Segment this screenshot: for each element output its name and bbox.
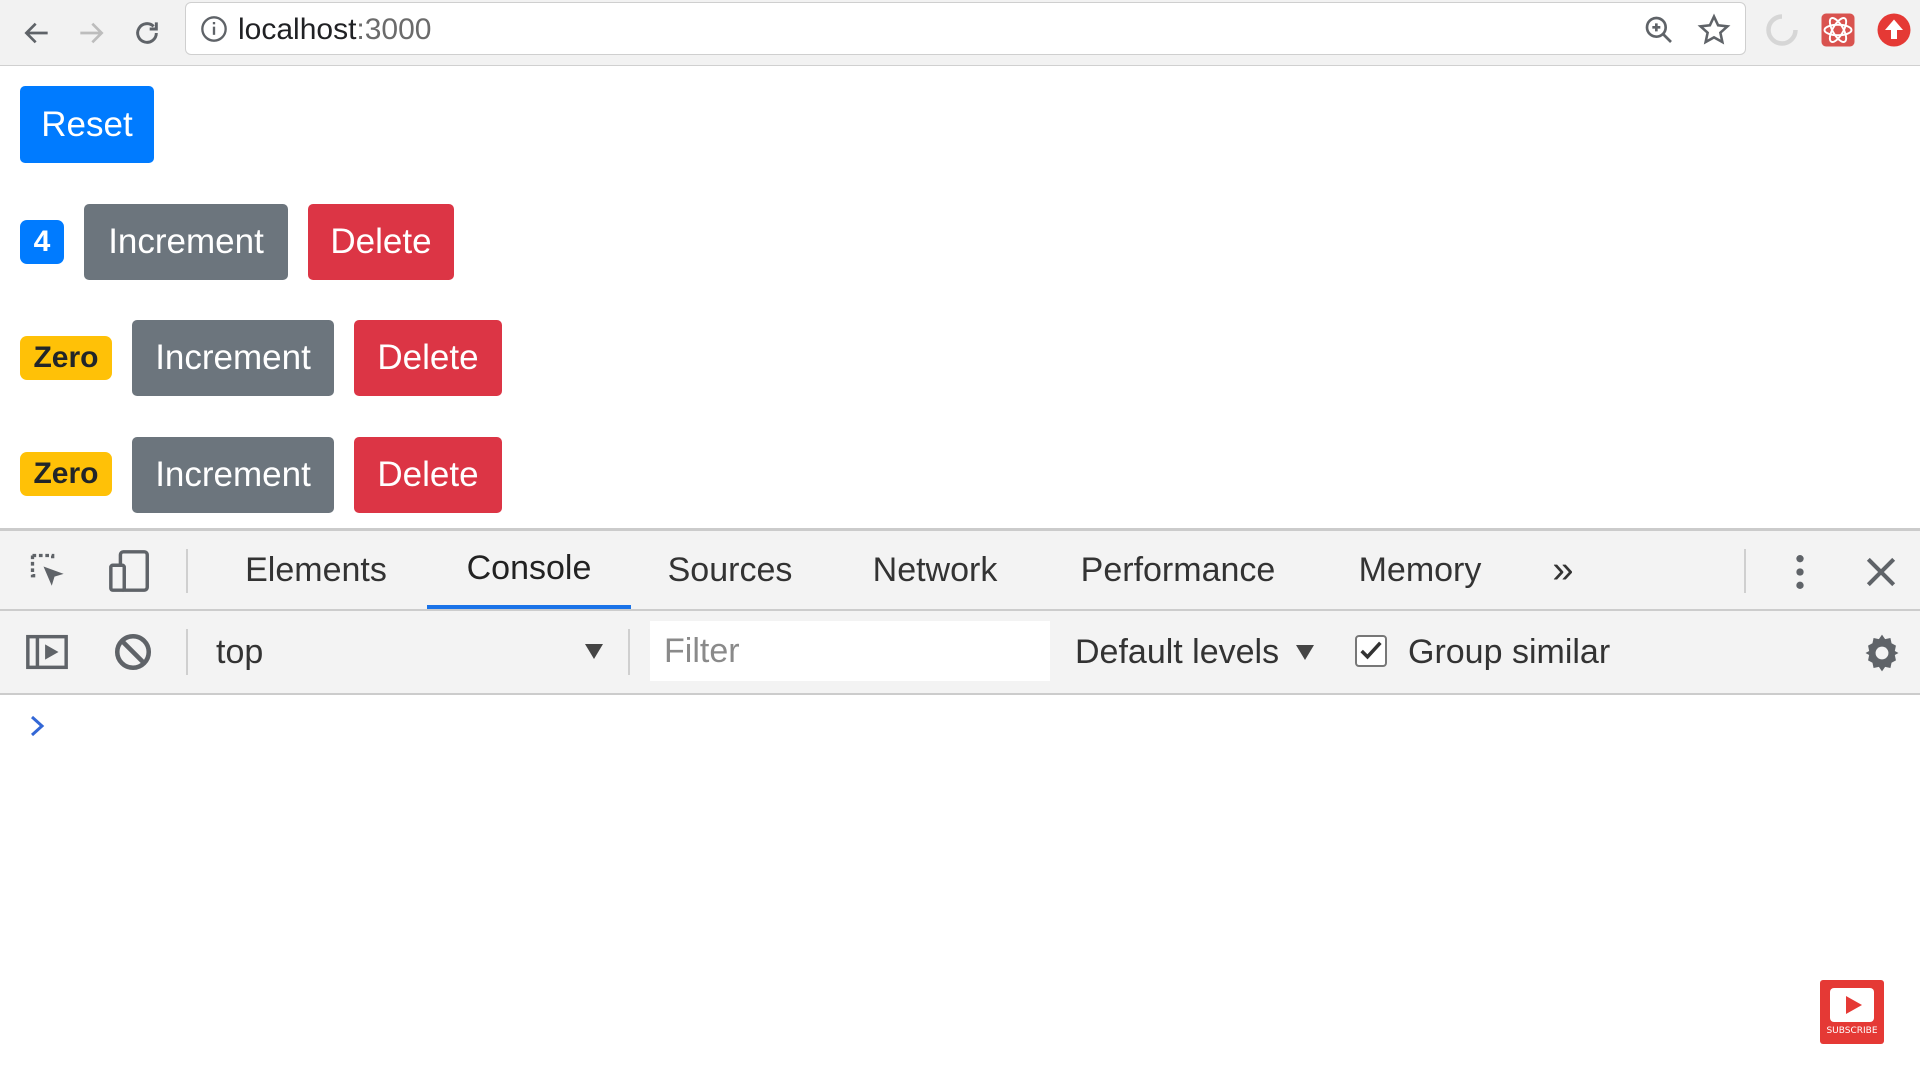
address-bar[interactable]: localhost:3000 bbox=[185, 2, 1746, 55]
context-selector[interactable]: top bbox=[200, 623, 620, 681]
toolbar-divider bbox=[186, 549, 188, 593]
close-devtools-button[interactable] bbox=[1858, 549, 1904, 595]
console-toolbar: top Default levels Group similar bbox=[0, 611, 1920, 695]
console-prompt-chevron-icon bbox=[30, 715, 45, 737]
zoom-icon[interactable] bbox=[1643, 14, 1675, 46]
url-text: localhost:3000 bbox=[238, 13, 431, 47]
devtools-tab-bar: Elements Console Sources Network Perform… bbox=[0, 531, 1920, 611]
sidebar-play-icon bbox=[26, 634, 68, 670]
more-tabs-button[interactable]: » bbox=[1530, 531, 1596, 609]
increment-button[interactable]: Increment bbox=[132, 320, 334, 396]
forward-button[interactable] bbox=[70, 12, 112, 54]
group-similar-checkbox[interactable] bbox=[1355, 635, 1387, 667]
inspect-element-button[interactable] bbox=[24, 547, 74, 597]
log-levels-label: Default levels bbox=[1075, 632, 1280, 671]
upload-extension-icon[interactable] bbox=[1876, 12, 1912, 48]
filter-input[interactable] bbox=[650, 621, 1050, 681]
tab-console[interactable]: Console bbox=[427, 531, 631, 609]
show-sidebar-button[interactable] bbox=[22, 627, 72, 677]
tab-sources[interactable]: Sources bbox=[640, 531, 820, 609]
extension-spinner-icon[interactable] bbox=[1764, 12, 1800, 48]
log-levels-dropdown[interactable]: Default levels bbox=[1075, 623, 1317, 681]
reset-button[interactable]: Reset bbox=[20, 86, 154, 163]
clear-console-button[interactable] bbox=[108, 627, 158, 677]
device-mobile-icon bbox=[109, 550, 149, 592]
increment-button[interactable]: Increment bbox=[132, 437, 334, 513]
counter-value-badge: Zero bbox=[20, 336, 112, 380]
kebab-menu-icon bbox=[1796, 555, 1804, 589]
url-host: localhost bbox=[238, 13, 357, 46]
device-toolbar-button[interactable] bbox=[104, 545, 156, 597]
toolbar-divider bbox=[186, 629, 188, 675]
counter-value-badge: 4 bbox=[20, 220, 64, 264]
delete-button[interactable]: Delete bbox=[354, 320, 502, 396]
tab-memory[interactable]: Memory bbox=[1340, 531, 1500, 609]
youtube-play-icon bbox=[1830, 988, 1874, 1022]
block-icon bbox=[114, 633, 152, 671]
increment-button[interactable]: Increment bbox=[84, 204, 288, 280]
tab-network[interactable]: Network bbox=[850, 531, 1020, 609]
close-icon bbox=[1866, 557, 1896, 587]
delete-button[interactable]: Delete bbox=[308, 204, 454, 280]
inspect-cursor-icon bbox=[30, 553, 64, 586]
checkmark-icon bbox=[1360, 641, 1382, 660]
react-devtools-extension-icon[interactable] bbox=[1820, 12, 1856, 48]
tab-elements[interactable]: Elements bbox=[216, 531, 416, 609]
toolbar-divider bbox=[628, 629, 630, 675]
url-port: :3000 bbox=[356, 13, 432, 46]
browser-toolbar: localhost:3000 bbox=[0, 0, 1920, 66]
console-output[interactable] bbox=[0, 697, 1920, 1083]
devtools-menu-button[interactable] bbox=[1780, 547, 1820, 597]
gear-icon bbox=[1865, 634, 1899, 672]
back-button[interactable] bbox=[16, 12, 58, 54]
context-value: top bbox=[216, 632, 264, 671]
arrow-left-icon bbox=[24, 22, 48, 44]
subscribe-overlay[interactable]: SUBSCRIBE bbox=[1820, 980, 1884, 1044]
triangle-down-icon bbox=[1296, 645, 1315, 660]
tab-performance[interactable]: Performance bbox=[1060, 531, 1296, 609]
info-icon[interactable] bbox=[200, 15, 228, 43]
reload-icon bbox=[136, 22, 158, 44]
group-similar-label: Group similar bbox=[1408, 632, 1611, 671]
toolbar-divider bbox=[1744, 549, 1746, 593]
delete-button[interactable]: Delete bbox=[354, 437, 502, 513]
devtools-panel: Elements Console Sources Network Perform… bbox=[0, 528, 1920, 1083]
subscribe-label: SUBSCRIBE bbox=[1826, 1026, 1878, 1036]
reload-button[interactable] bbox=[126, 12, 168, 54]
bookmark-star-icon[interactable] bbox=[1697, 13, 1731, 47]
triangle-down-icon bbox=[585, 644, 603, 659]
console-settings-button[interactable] bbox=[1858, 629, 1906, 677]
counter-value-badge: Zero bbox=[20, 452, 112, 496]
arrow-right-icon bbox=[80, 22, 104, 44]
